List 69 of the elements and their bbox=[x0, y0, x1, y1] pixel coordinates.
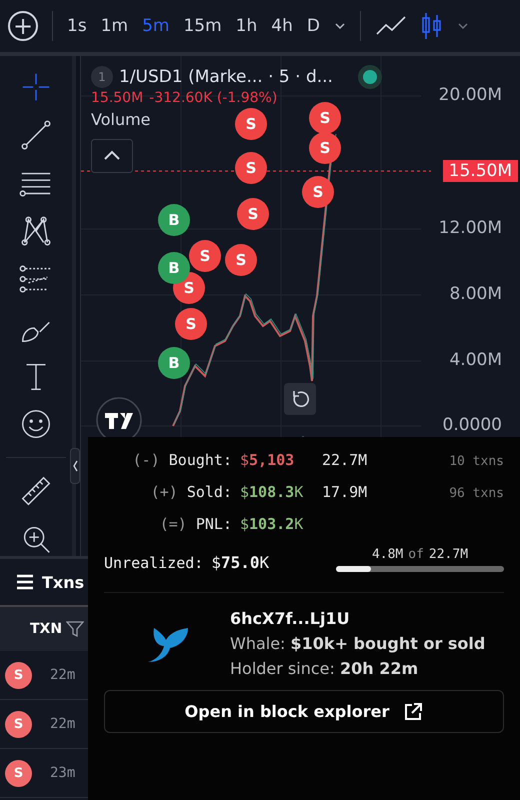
side-badge: S bbox=[5, 710, 32, 738]
interval-tab[interactable]: 15m bbox=[183, 16, 222, 36]
price-axis-label: 4.00M bbox=[449, 350, 502, 370]
stat-value: $5,103 bbox=[240, 451, 296, 469]
side-badge: S bbox=[5, 760, 32, 786]
pane-number: 1 bbox=[91, 66, 113, 88]
price-axis-label: 12.00M bbox=[438, 218, 502, 238]
sign-label: (-) bbox=[132, 451, 160, 469]
interval-tab[interactable]: 5m bbox=[142, 16, 170, 36]
indicator-label: Volume bbox=[91, 110, 151, 129]
candlestick-icon[interactable] bbox=[420, 12, 443, 40]
interval-tab[interactable]: 1s bbox=[67, 16, 87, 36]
price-axis-label: 8.00M bbox=[449, 284, 502, 304]
trade-marker[interactable]: B bbox=[158, 347, 190, 379]
collapse-legend-button[interactable] bbox=[91, 139, 133, 173]
trade-marker[interactable]: B bbox=[158, 204, 190, 236]
trade-marker[interactable]: S bbox=[302, 176, 334, 208]
interval-tab[interactable]: 4h bbox=[271, 16, 293, 36]
menu-icon[interactable] bbox=[16, 574, 34, 590]
open-explorer-button[interactable]: Open in block explorer bbox=[104, 690, 504, 733]
chevron-down-icon[interactable] bbox=[334, 22, 346, 30]
side-badge: S bbox=[5, 662, 32, 688]
sign-label: (+) bbox=[150, 483, 178, 501]
trade-marker[interactable]: S bbox=[237, 198, 269, 230]
holder-since: Holder since: 20h 22m bbox=[230, 659, 420, 678]
external-link-icon bbox=[403, 702, 424, 722]
txn-count: 10 txns bbox=[448, 454, 504, 469]
filter-icon[interactable] bbox=[66, 620, 84, 638]
symbol-title: 1/USD1 (Marke... · 5 · d... bbox=[119, 67, 333, 87]
panel-title[interactable]: Txns bbox=[42, 572, 84, 592]
table-cell: 22m bbox=[50, 716, 76, 732]
price-axis-label: 0.0000 bbox=[442, 415, 502, 435]
collapse-handle[interactable] bbox=[70, 448, 80, 484]
stat-value: $75.0K bbox=[211, 553, 270, 572]
trade-marker[interactable]: S bbox=[189, 240, 221, 272]
price-axis-label: 20.00M bbox=[438, 85, 502, 105]
wallet-tag: Whale: $10k+ bought or sold bbox=[230, 634, 486, 653]
stat-value: $108.3K bbox=[240, 483, 304, 501]
token-amount: 17.9M bbox=[322, 483, 368, 501]
add-button[interactable]: + bbox=[8, 11, 38, 41]
price-change: -312.60K (-1.98%) bbox=[149, 90, 278, 106]
held-amount: 4.8M bbox=[372, 547, 404, 562]
column-header[interactable]: TXN bbox=[30, 621, 62, 637]
stat-label: Unrealized: bbox=[104, 554, 204, 572]
interval-tab[interactable]: D bbox=[306, 16, 320, 36]
reset-icon[interactable] bbox=[284, 383, 316, 415]
stat-label: Sold: bbox=[186, 483, 232, 501]
trade-marker[interactable]: S bbox=[225, 244, 257, 276]
table-cell: 22m bbox=[50, 667, 76, 683]
txn-count: 96 txns bbox=[448, 486, 504, 501]
trade-marker[interactable]: S bbox=[175, 308, 207, 340]
trade-marker[interactable]: S bbox=[235, 152, 267, 184]
last-price: 15.50M bbox=[91, 90, 144, 106]
sign-label: (=) bbox=[160, 515, 187, 533]
token-amount: 22.7M bbox=[322, 451, 368, 469]
table-cell: 23m bbox=[50, 765, 76, 781]
wallet-address[interactable]: 6hcX7f...Lj1U bbox=[230, 609, 486, 628]
trade-marker[interactable]: S bbox=[235, 108, 267, 140]
trade-marker[interactable]: S bbox=[309, 102, 341, 134]
trade-marker[interactable]: S bbox=[309, 132, 341, 164]
stat-label: Bought: bbox=[168, 451, 232, 469]
price-tag: 15.50M bbox=[442, 160, 518, 182]
interval-tab[interactable]: 1h bbox=[236, 16, 258, 36]
status-dot bbox=[362, 70, 377, 84]
stat-value: $103.2K bbox=[240, 515, 304, 533]
of-label: of bbox=[408, 547, 424, 562]
stat-label: PNL: bbox=[196, 515, 232, 533]
total-amount: 22.7M bbox=[428, 547, 468, 562]
interval-tab[interactable]: 1m bbox=[100, 16, 128, 36]
